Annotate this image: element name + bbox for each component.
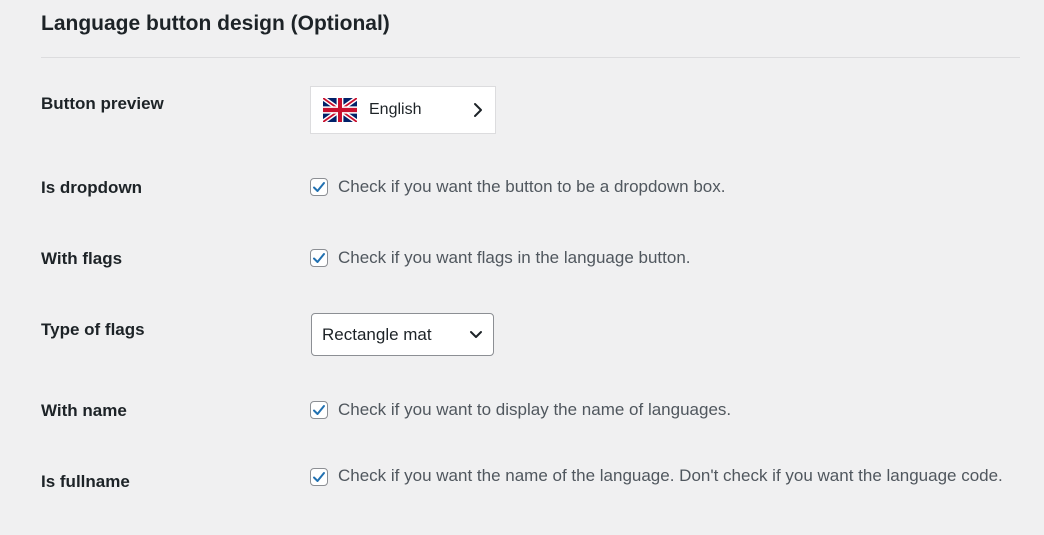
is-fullname-checkbox[interactable] [310, 468, 328, 486]
with-flags-field: Check if you want flags in the language … [310, 248, 691, 268]
with-name-checkbox[interactable] [310, 401, 328, 419]
preview-language-name: English [369, 101, 422, 118]
checkmark-icon [313, 182, 325, 192]
with-flags-checkbox[interactable] [310, 249, 328, 267]
type-of-flags-selected-value: Rectangle mat [322, 324, 432, 344]
checkmark-icon [313, 472, 325, 482]
is-fullname-label: Is fullname [41, 472, 130, 491]
is-dropdown-checkbox[interactable] [310, 178, 328, 196]
chevron-down-icon [470, 330, 482, 338]
checkmark-icon [313, 253, 325, 263]
checkmark-icon [313, 405, 325, 415]
with-name-label: With name [41, 401, 127, 420]
type-of-flags-select[interactable]: Rectangle mat [311, 313, 494, 356]
with-name-description: Check if you want to display the name of… [338, 400, 732, 419]
is-dropdown-field: Check if you want the button to be a dro… [310, 177, 725, 197]
with-flags-description: Check if you want flags in the language … [338, 248, 691, 267]
is-dropdown-description: Check if you want the button to be a dro… [338, 177, 726, 196]
is-fullname-description: Check if you want the name of the langua… [338, 466, 1003, 485]
section-title: Language button design (Optional) [41, 12, 390, 35]
button-preview-label: Button preview [41, 94, 164, 113]
section-divider [41, 57, 1020, 58]
is-dropdown-label: Is dropdown [41, 178, 143, 197]
with-flags-label: With flags [41, 249, 123, 268]
type-of-flags-label: Type of flags [41, 320, 145, 339]
uk-flag-icon [323, 98, 357, 122]
chevron-right-icon [474, 103, 482, 117]
language-preview-button[interactable]: English [310, 86, 496, 134]
is-fullname-field: Check if you want the name of the langua… [310, 463, 1010, 489]
with-name-field: Check if you want to display the name of… [310, 400, 731, 420]
